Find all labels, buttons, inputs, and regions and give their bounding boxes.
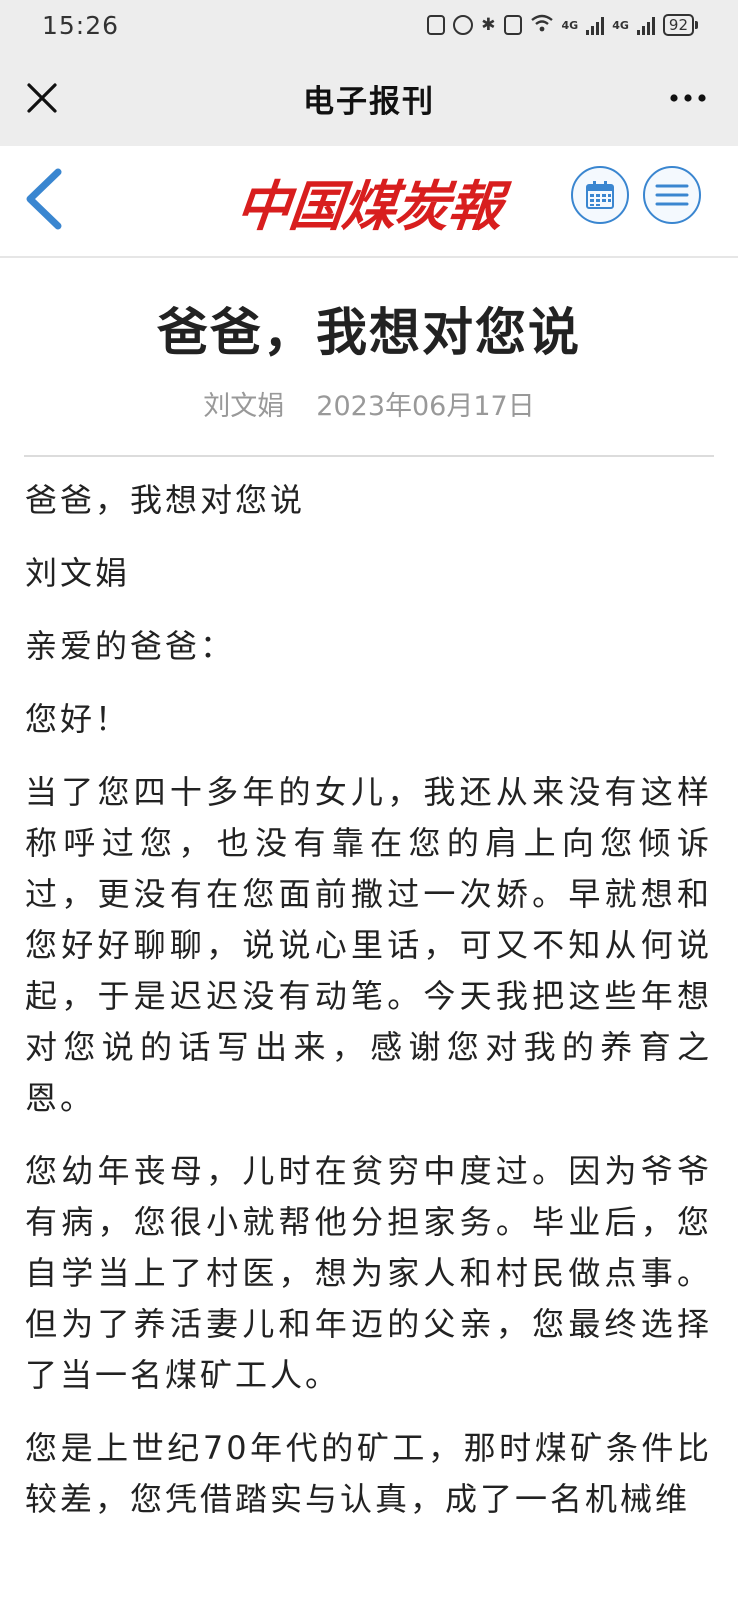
wifi-icon bbox=[530, 13, 554, 38]
more-icon[interactable] bbox=[668, 80, 708, 116]
signal-label-1: 4G bbox=[561, 18, 579, 32]
newspaper-masthead: 中国煤炭報 bbox=[232, 173, 505, 238]
newspaper-header: 中国煤炭報 bbox=[0, 146, 738, 258]
article-author: 刘文娟 bbox=[203, 391, 285, 422]
article-paragraph: 您幼年丧母，儿时在贫穷中度过。因为爷爷有病，您很小就帮他分担家务。毕业后，您自学… bbox=[25, 1152, 712, 1394]
article-title: 爸爸，我想对您说 bbox=[156, 304, 581, 363]
article-paragraph: 您是上世纪70年代的矿工，那时煤矿条件比较差，您凭借踏实与认真，成了一名机械维 bbox=[25, 1429, 712, 1518]
nfc-icon bbox=[427, 15, 446, 35]
divider bbox=[24, 455, 714, 457]
signal-label-2: 4G bbox=[612, 18, 629, 32]
menu-icon bbox=[655, 184, 689, 206]
status-icons: ✱ 4G 4G 92 bbox=[427, 13, 698, 38]
article-body: 爸爸，我想对您说 刘文娟 亲爱的爸爸： 您好！ 当了您四十多年的女儿，我还从来没… bbox=[0, 475, 738, 1525]
status-time: 15:26 bbox=[42, 10, 120, 40]
battery-level: 92 bbox=[662, 14, 694, 36]
menu-button[interactable] bbox=[643, 166, 701, 224]
article-paragraph: 刘文娟 bbox=[25, 554, 131, 592]
article-paragraph: 爸爸，我想对您说 bbox=[25, 481, 306, 519]
chevron-left-icon[interactable] bbox=[18, 166, 68, 232]
page-title: 电子报刊 bbox=[303, 83, 435, 120]
alarm-icon bbox=[453, 15, 474, 35]
article-date: 2023年06月17日 bbox=[316, 391, 535, 422]
calendar-button[interactable] bbox=[571, 166, 629, 224]
vibrate-icon bbox=[503, 15, 522, 35]
battery-icon: 92 bbox=[662, 14, 698, 36]
close-icon[interactable] bbox=[24, 80, 60, 116]
wechat-title-bar: 电子报刊 bbox=[0, 50, 738, 146]
article-paragraph: 当了您四十多年的女儿，我还从来没有这样称呼过您，也没有靠在您的肩上向您倾诉过，更… bbox=[25, 773, 712, 1117]
article-paragraph: 您好！ bbox=[25, 700, 131, 738]
calendar-icon bbox=[586, 181, 614, 209]
status-bar: 15:26 ✱ 4G 4G 92 bbox=[0, 0, 738, 50]
signal-bars-2-icon bbox=[636, 15, 655, 35]
bluetooth-icon: ✱ bbox=[481, 15, 496, 35]
article-meta: 刘文娟 2023年06月17日 bbox=[0, 389, 738, 425]
signal-bars-1-icon bbox=[586, 15, 605, 35]
article-paragraph: 亲爱的爸爸： bbox=[25, 627, 236, 665]
